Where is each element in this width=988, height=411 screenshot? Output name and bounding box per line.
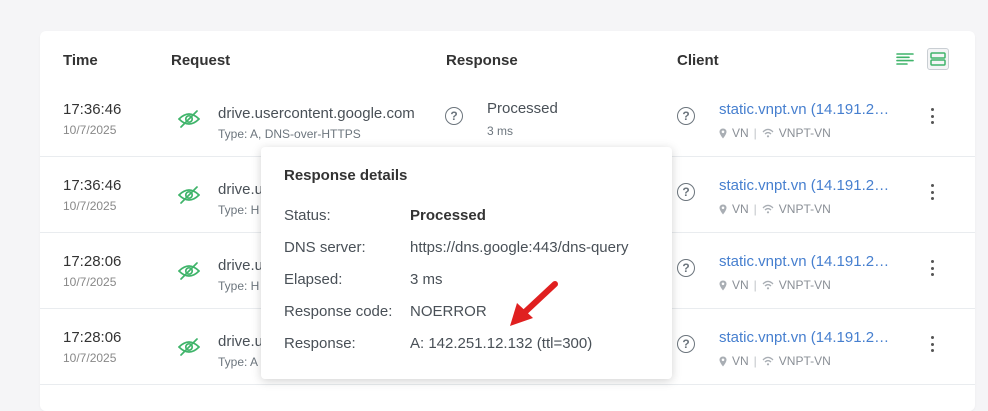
- row-divider: [40, 384, 975, 385]
- separator: |: [753, 126, 757, 140]
- wifi-icon: [762, 356, 774, 366]
- response-status: Processed: [487, 100, 558, 117]
- request-type: Type: H: [218, 279, 260, 293]
- question-circle-icon[interactable]: ?: [677, 335, 695, 353]
- column-header-time[interactable]: Time: [63, 52, 98, 69]
- row-time: 17:36:46: [63, 101, 122, 118]
- popup-label-elapsed: Elapsed:: [284, 271, 343, 288]
- eye-slash-icon[interactable]: [177, 261, 201, 286]
- kebab-menu-icon[interactable]: [925, 260, 939, 280]
- separator: |: [753, 278, 757, 292]
- map-pin-icon: [719, 128, 727, 138]
- client-country: VN: [732, 278, 749, 292]
- popup-value-elapsed: 3 ms: [410, 271, 443, 288]
- client-link[interactable]: static.vnpt.vn (14.191.2…: [719, 101, 889, 118]
- client-country: VN: [732, 202, 749, 216]
- client-meta: VN | VNPT-VN: [719, 202, 831, 216]
- response-details-popup: Response details Status: Processed DNS s…: [261, 147, 672, 379]
- row-time: 17:28:06: [63, 253, 122, 270]
- kebab-menu-icon[interactable]: [925, 336, 939, 356]
- map-pin-icon: [719, 204, 727, 214]
- popup-label-status: Status:: [284, 207, 331, 224]
- kebab-menu-icon[interactable]: [925, 184, 939, 204]
- row-date: 10/7/2025: [63, 275, 117, 289]
- wifi-icon: [762, 128, 774, 138]
- column-header-response[interactable]: Response: [446, 52, 518, 69]
- map-pin-icon: [719, 356, 727, 366]
- request-type: Type: A: [218, 355, 259, 369]
- request-type: Type: H: [218, 203, 260, 217]
- question-circle-icon[interactable]: ?: [445, 107, 463, 125]
- question-circle-icon[interactable]: ?: [677, 107, 695, 125]
- row-time: 17:36:46: [63, 177, 122, 194]
- popup-value-status: Processed: [410, 207, 486, 224]
- request-domain[interactable]: drive.u: [218, 333, 263, 350]
- client-network: VNPT-VN: [778, 278, 831, 292]
- popup-label-response: Response:: [284, 335, 356, 352]
- default-view-icon: [930, 52, 946, 66]
- request-type: Type: A, DNS-over-HTTPS: [218, 127, 361, 141]
- popup-value-response: A: 142.251.12.132 (ttl=300): [410, 335, 593, 352]
- row-date: 10/7/2025: [63, 123, 117, 137]
- client-network: VNPT-VN: [778, 202, 831, 216]
- question-circle-icon[interactable]: ?: [677, 259, 695, 277]
- popup-label-dns-server: DNS server:: [284, 239, 366, 256]
- wifi-icon: [762, 280, 774, 290]
- request-domain[interactable]: drive.usercontent.google.com: [218, 105, 415, 122]
- eye-slash-icon[interactable]: [177, 185, 201, 210]
- client-link[interactable]: static.vnpt.vn (14.191.2…: [719, 253, 889, 270]
- wifi-icon: [762, 204, 774, 214]
- response-elapsed: 3 ms: [487, 124, 514, 138]
- question-circle-icon[interactable]: ?: [677, 183, 695, 201]
- client-meta: VN | VNPT-VN: [719, 126, 831, 140]
- compact-view-button[interactable]: [894, 48, 916, 70]
- red-arrow-icon: [510, 281, 558, 326]
- client-meta: VN | VNPT-VN: [719, 354, 831, 368]
- client-meta: VN | VNPT-VN: [719, 278, 831, 292]
- separator: |: [753, 354, 757, 368]
- client-network: VNPT-VN: [778, 354, 831, 368]
- eye-slash-icon[interactable]: [177, 109, 201, 134]
- row-date: 10/7/2025: [63, 351, 117, 365]
- popup-value-response-code: NOERROR: [410, 303, 487, 320]
- row-date: 10/7/2025: [63, 199, 117, 213]
- client-network: VNPT-VN: [778, 126, 831, 140]
- client-country: VN: [732, 354, 749, 368]
- popup-value-dns-server: https://dns.google:443/dns-query: [410, 239, 629, 256]
- popup-title: Response details: [284, 167, 408, 184]
- row-time: 17:28:06: [63, 329, 122, 346]
- default-view-button[interactable]: [927, 48, 949, 70]
- column-header-client[interactable]: Client: [677, 52, 719, 69]
- map-pin-icon: [719, 280, 727, 290]
- client-link[interactable]: static.vnpt.vn (14.191.2…: [719, 177, 889, 194]
- client-link[interactable]: static.vnpt.vn (14.191.2…: [719, 329, 889, 346]
- client-country: VN: [732, 126, 749, 140]
- separator: |: [753, 202, 757, 216]
- request-domain[interactable]: drive.u: [218, 181, 263, 198]
- request-domain[interactable]: drive.u: [218, 257, 263, 274]
- eye-slash-icon[interactable]: [177, 337, 201, 362]
- popup-label-response-code: Response code:: [284, 303, 393, 320]
- kebab-menu-icon[interactable]: [925, 108, 939, 128]
- column-header-request[interactable]: Request: [171, 52, 230, 69]
- compact-view-icon: [896, 53, 914, 65]
